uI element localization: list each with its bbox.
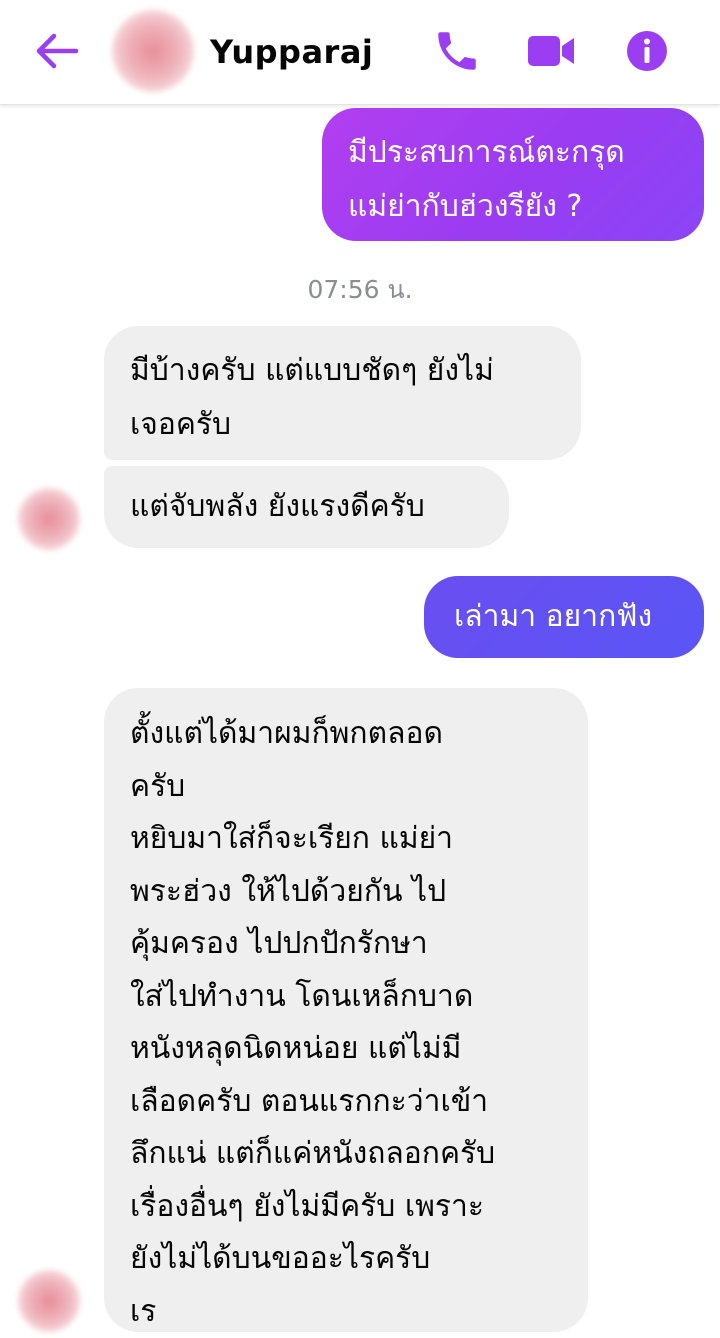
message-bubble-incoming[interactable]: แต่จับพลัง ยังแรงดีครับ (104, 466, 509, 548)
chat-header: Yupparaj (0, 0, 720, 105)
message-bubble-incoming[interactable]: มีบ้างครับ แต่แบบชัดๆ ยังไม่ เจอครับ (104, 326, 581, 460)
message-timestamp: 07:56 น. (307, 275, 413, 304)
sender-avatar[interactable] (18, 488, 80, 550)
message-bubble-outgoing[interactable]: เล่ามา อยากฟัง (424, 576, 704, 658)
contact-name[interactable]: Yupparaj (210, 30, 373, 74)
arrow-left-icon[interactable] (30, 28, 82, 74)
info-icon[interactable] (622, 26, 672, 76)
phone-icon[interactable] (432, 26, 482, 76)
message-bubble-outgoing[interactable]: มีประสบการณ์ตะกรุด แม่ย่ากับฮ่วงรียัง ? (322, 108, 704, 241)
video-camera-icon[interactable] (526, 26, 576, 76)
message-bubble-incoming[interactable]: ตั้งแต่ได้มาผมก็พกตลอด ครับ หยิบมาใส่ก็จ… (104, 688, 588, 1332)
contact-avatar[interactable] (112, 10, 194, 92)
sender-avatar[interactable] (18, 1270, 80, 1332)
